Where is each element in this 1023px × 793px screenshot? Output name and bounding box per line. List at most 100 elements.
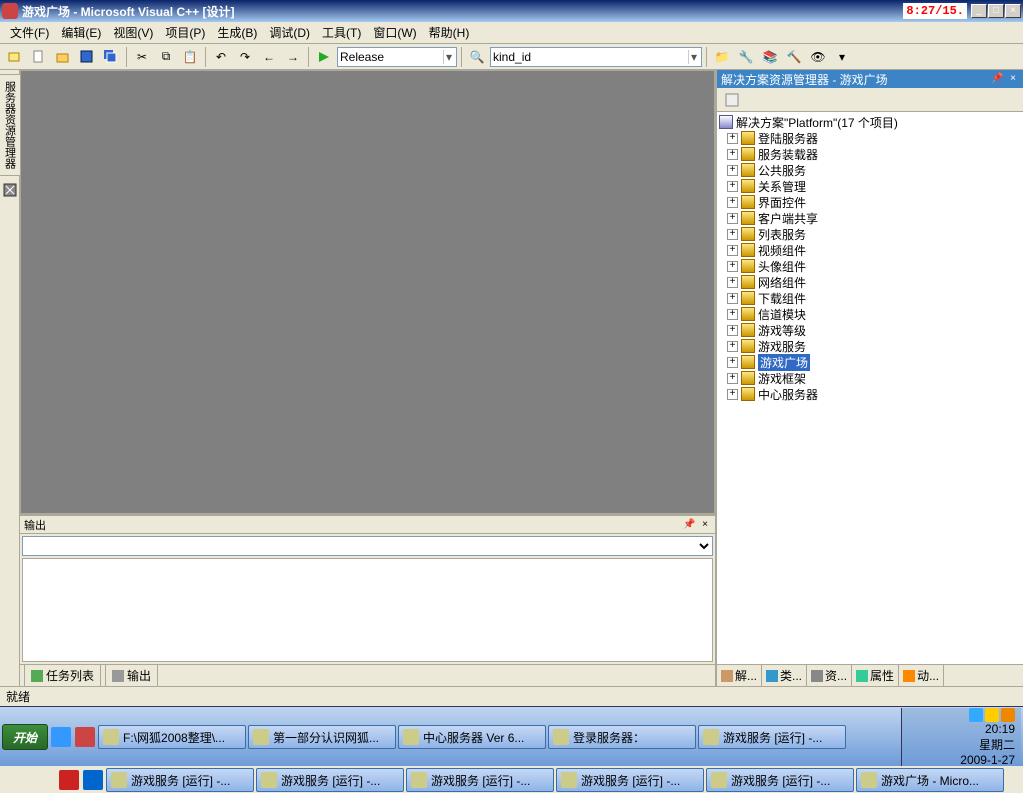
taskbar-button[interactable]: 游戏服务 [运行] -... xyxy=(406,768,554,792)
system-tray[interactable]: 20:19 星期二 2009-1-27 xyxy=(901,708,1021,766)
project-node[interactable]: +网络组件 xyxy=(719,274,1021,290)
menu-视图(V)[interactable]: 视图(V) xyxy=(107,22,159,43)
properties-icon[interactable] xyxy=(721,89,743,111)
right-tab[interactable]: 属性 xyxy=(852,665,899,686)
right-tab[interactable]: 动... xyxy=(899,665,944,686)
tray-k-icon[interactable] xyxy=(1001,708,1015,722)
expand-icon[interactable]: + xyxy=(727,149,738,160)
pin-icon[interactable]: 📌 xyxy=(683,519,695,531)
menu-调试(D)[interactable]: 调试(D) xyxy=(263,22,316,43)
output-body[interactable] xyxy=(22,558,713,662)
right-tab[interactable]: 解... xyxy=(717,665,762,686)
project-node[interactable]: +界面控件 xyxy=(719,194,1021,210)
toolbox-button[interactable]: 🔨 xyxy=(783,46,805,68)
project-node[interactable]: +头像组件 xyxy=(719,258,1021,274)
quick-launch-ie[interactable] xyxy=(51,727,71,747)
menu-生成(B)[interactable]: 生成(B) xyxy=(211,22,263,43)
project-node[interactable]: +游戏等级 xyxy=(719,322,1021,338)
maximize-button[interactable]: □ xyxy=(988,4,1004,18)
project-node[interactable]: +登陆服务器 xyxy=(719,130,1021,146)
paste-button[interactable]: 📋 xyxy=(179,46,201,68)
solution-node[interactable]: 解决方案"Platform"(17 个项目) xyxy=(719,114,1021,130)
quick-launch-media[interactable] xyxy=(75,727,95,747)
close-button[interactable]: × xyxy=(1005,4,1021,18)
quick-launch-app[interactable] xyxy=(83,770,103,790)
se-pin-icon[interactable]: 📌 xyxy=(991,73,1003,85)
tray-shield-icon[interactable] xyxy=(985,708,999,722)
output-source-combo[interactable] xyxy=(22,536,713,556)
project-node[interactable]: +公共服务 xyxy=(719,162,1021,178)
panel-close-icon[interactable]: × xyxy=(699,519,711,531)
taskbar-button[interactable]: 游戏服务 [运行] -... xyxy=(706,768,854,792)
tray-network-icon[interactable] xyxy=(969,708,983,722)
project-node[interactable]: +游戏广场 xyxy=(719,354,1021,370)
project-node[interactable]: +客户端共享 xyxy=(719,210,1021,226)
output-tab[interactable]: 输出 xyxy=(105,664,158,686)
expand-icon[interactable]: + xyxy=(727,165,738,176)
solution-explorer-button[interactable]: 📁 xyxy=(711,46,733,68)
nav-back-button[interactable]: ← xyxy=(258,46,280,68)
server-explorer-tab[interactable]: 服务器资源管理器 xyxy=(0,74,21,176)
se-close-icon[interactable]: × xyxy=(1007,73,1019,85)
taskbar-button[interactable]: 游戏服务 [运行] -... xyxy=(698,725,846,749)
redo-button[interactable]: ↷ xyxy=(234,46,256,68)
start-debug-button[interactable] xyxy=(313,46,335,68)
save-all-button[interactable] xyxy=(100,46,122,68)
open-button[interactable] xyxy=(52,46,74,68)
taskbar-button[interactable]: 游戏服务 [运行] -... xyxy=(256,768,404,792)
menu-窗口(W)[interactable]: 窗口(W) xyxy=(367,22,422,43)
expand-icon[interactable]: + xyxy=(727,133,738,144)
class-view-button[interactable]: 👁 xyxy=(807,46,829,68)
find-combo[interactable]: kind_id▾ xyxy=(490,47,702,67)
solution-tree[interactable]: 解决方案"Platform"(17 个项目)+登陆服务器+服务装载器+公共服务+… xyxy=(717,112,1023,664)
expand-icon[interactable]: + xyxy=(727,325,738,336)
new-project-button[interactable] xyxy=(4,46,26,68)
taskbar-button[interactable]: 游戏服务 [运行] -... xyxy=(556,768,704,792)
project-node[interactable]: +关系管理 xyxy=(719,178,1021,194)
menu-帮助(H)[interactable]: 帮助(H) xyxy=(423,22,476,43)
project-node[interactable]: +游戏框架 xyxy=(719,370,1021,386)
expand-icon[interactable]: + xyxy=(727,229,738,240)
menu-编辑(E)[interactable]: 编辑(E) xyxy=(55,22,107,43)
expand-icon[interactable]: + xyxy=(727,245,738,256)
expand-icon[interactable]: + xyxy=(727,181,738,192)
taskbar-button[interactable]: 游戏广场 - Micro... xyxy=(856,768,1004,792)
object-browser-button[interactable]: 📚 xyxy=(759,46,781,68)
find-in-files-button[interactable]: 🔍 xyxy=(466,46,488,68)
taskbar-button[interactable]: F:\网狐2008整理\... xyxy=(98,725,246,749)
expand-icon[interactable]: + xyxy=(727,357,738,368)
project-node[interactable]: +视频组件 xyxy=(719,242,1021,258)
taskbar-button[interactable]: 游戏服务 [运行] -... xyxy=(106,768,254,792)
expand-icon[interactable]: + xyxy=(727,261,738,272)
expand-icon[interactable]: + xyxy=(727,373,738,384)
copy-button[interactable]: ⧉ xyxy=(155,46,177,68)
tasklist-tab[interactable]: 任务列表 xyxy=(24,664,101,686)
config-combo[interactable]: Release▾ xyxy=(337,47,457,67)
menu-文件(F)[interactable]: 文件(F) xyxy=(4,22,55,43)
cut-button[interactable]: ✂ xyxy=(131,46,153,68)
nav-fwd-button[interactable]: → xyxy=(282,46,304,68)
project-node[interactable]: +列表服务 xyxy=(719,226,1021,242)
project-node[interactable]: +中心服务器 xyxy=(719,386,1021,402)
expand-icon[interactable]: + xyxy=(727,213,738,224)
toolbox-tab-icon[interactable] xyxy=(2,182,18,198)
expand-icon[interactable]: + xyxy=(727,389,738,400)
taskbar-button[interactable]: 中心服务器 Ver 6... xyxy=(398,725,546,749)
add-item-button[interactable] xyxy=(28,46,50,68)
expand-icon[interactable]: + xyxy=(727,309,738,320)
project-node[interactable]: +游戏服务 xyxy=(719,338,1021,354)
expand-icon[interactable]: + xyxy=(727,341,738,352)
expand-icon[interactable]: + xyxy=(727,277,738,288)
quick-launch-qq[interactable] xyxy=(59,770,79,790)
properties-button[interactable]: 🔧 xyxy=(735,46,757,68)
project-node[interactable]: +下载组件 xyxy=(719,290,1021,306)
expand-icon[interactable]: + xyxy=(727,197,738,208)
right-tab[interactable]: 类... xyxy=(762,665,807,686)
undo-button[interactable]: ↶ xyxy=(210,46,232,68)
project-node[interactable]: +服务装载器 xyxy=(719,146,1021,162)
project-node[interactable]: +信道模块 xyxy=(719,306,1021,322)
menu-项目(P)[interactable]: 项目(P) xyxy=(159,22,211,43)
more-button[interactable]: ▾ xyxy=(831,46,853,68)
right-tab[interactable]: 资... xyxy=(807,665,852,686)
start-button[interactable]: 开始 xyxy=(2,724,48,750)
